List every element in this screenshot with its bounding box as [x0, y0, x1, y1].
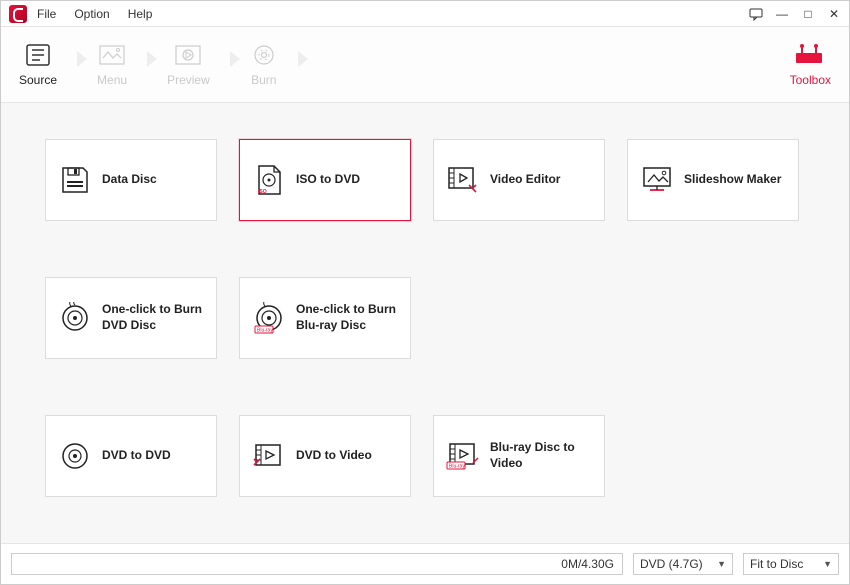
step-burn-label: Burn — [251, 73, 276, 87]
step-menu[interactable]: Menu — [97, 43, 127, 87]
menu-option[interactable]: Option — [74, 7, 109, 21]
video-editor-icon — [446, 163, 480, 197]
svg-text:Blu-ray: Blu-ray — [257, 328, 273, 334]
svg-text:ISO: ISO — [258, 189, 267, 195]
step-preview-label: Preview — [167, 73, 210, 87]
tile-iso-to-dvd[interactable]: ISO ISO to DVD — [239, 139, 411, 221]
toolbox-button[interactable]: Toolbox — [790, 43, 831, 87]
disc-type-select[interactable]: DVD (4.7G) ▼ — [633, 553, 733, 575]
dvd-to-video-icon — [252, 439, 286, 473]
bluray-to-video-icon: Blu-ray — [446, 439, 480, 473]
bluray-burn-icon: Blu-ray — [252, 301, 286, 335]
title-bar: File Option Help — □ ✕ — [1, 1, 849, 27]
feedback-icon[interactable] — [749, 7, 763, 21]
close-button[interactable]: ✕ — [827, 7, 841, 21]
step-source[interactable]: Source — [19, 43, 57, 87]
step-header: Source Menu Preview Burn Toolbox — [1, 27, 849, 103]
tile-label: One-click to Burn DVD Disc — [102, 302, 204, 333]
tile-video-editor[interactable]: Video Editor — [433, 139, 605, 221]
tile-dvd-to-dvd[interactable]: DVD to DVD — [45, 415, 217, 497]
tile-label: Blu-ray Disc to Video — [490, 440, 592, 471]
floppy-disk-icon — [58, 163, 92, 197]
disc-icon — [58, 439, 92, 473]
tile-label: ISO to DVD — [296, 172, 360, 188]
app-logo-icon — [9, 5, 27, 23]
step-source-label: Source — [19, 73, 57, 87]
tile-label: One-click to Burn Blu-ray Disc — [296, 302, 398, 333]
toolbox-label: Toolbox — [790, 73, 831, 87]
step-preview[interactable]: Preview — [167, 43, 210, 87]
progress-display: 0M/4.30G — [11, 553, 623, 575]
main-area: Data Disc ISO ISO to DVD Video Editor Sl… — [1, 103, 849, 543]
tile-label: Data Disc — [102, 172, 157, 188]
menu-help[interactable]: Help — [128, 7, 153, 21]
tile-label: DVD to Video — [296, 448, 372, 464]
maximize-button[interactable]: □ — [801, 7, 815, 21]
menu-step-icon — [98, 43, 126, 67]
disc-type-value: DVD (4.7G) — [640, 557, 703, 571]
bottom-bar: 0M/4.30G DVD (4.7G) ▼ Fit to Disc ▼ — [1, 543, 849, 583]
iso-file-icon: ISO — [252, 163, 286, 197]
step-menu-label: Menu — [97, 73, 127, 87]
dropdown-caret-icon: ▼ — [823, 559, 832, 569]
dropdown-caret-icon: ▼ — [717, 559, 726, 569]
tile-label: Slideshow Maker — [684, 172, 781, 188]
tile-label: DVD to DVD — [102, 448, 171, 464]
disc-burn-icon — [58, 301, 92, 335]
progress-text: 0M/4.30G — [561, 557, 614, 571]
fit-value: Fit to Disc — [750, 557, 803, 571]
tile-label: Video Editor — [490, 172, 560, 188]
tile-one-click-dvd[interactable]: One-click to Burn DVD Disc — [45, 277, 217, 359]
toolbox-icon — [794, 43, 826, 67]
preview-step-icon — [174, 43, 202, 67]
minimize-button[interactable]: — — [775, 7, 789, 21]
burn-step-icon — [250, 43, 278, 67]
menu-bar: File Option Help — [37, 7, 152, 21]
tile-data-disc[interactable]: Data Disc — [45, 139, 217, 221]
tile-dvd-to-video[interactable]: DVD to Video — [239, 415, 411, 497]
tile-one-click-bluray[interactable]: Blu-ray One-click to Burn Blu-ray Disc — [239, 277, 411, 359]
source-step-icon — [24, 43, 52, 67]
tile-bluray-to-video[interactable]: Blu-ray Blu-ray Disc to Video — [433, 415, 605, 497]
window-controls: — □ ✕ — [749, 7, 841, 21]
slideshow-icon — [640, 163, 674, 197]
tile-slideshow-maker[interactable]: Slideshow Maker — [627, 139, 799, 221]
svg-text:Blu-ray: Blu-ray — [449, 464, 465, 470]
step-burn[interactable]: Burn — [250, 43, 278, 87]
fit-select[interactable]: Fit to Disc ▼ — [743, 553, 839, 575]
menu-file[interactable]: File — [37, 7, 56, 21]
